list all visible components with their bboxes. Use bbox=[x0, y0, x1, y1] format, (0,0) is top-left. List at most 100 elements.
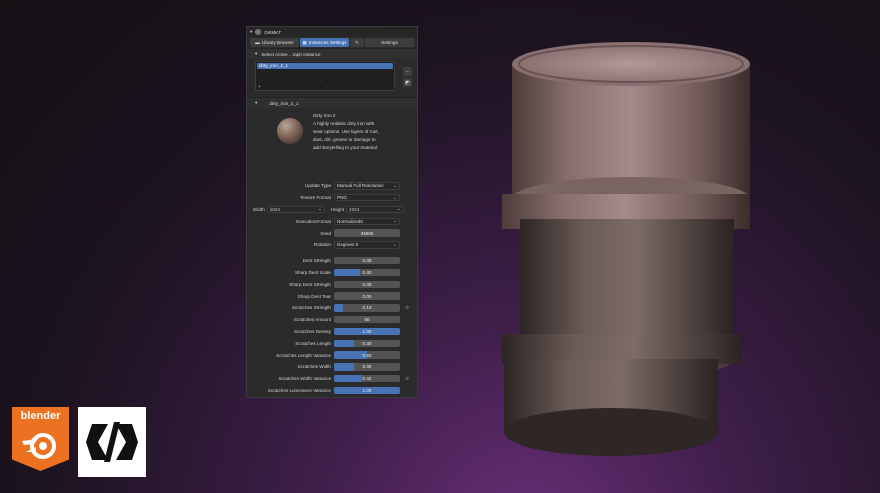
dropdown-value: 1024 bbox=[269, 206, 280, 212]
panel-title: DirtMKT bbox=[264, 29, 282, 35]
texture-format-dropdown[interactable]: PNG ⌄ bbox=[334, 193, 400, 202]
material-description-block: Dirty Iron 2 A highly realistic dirty ir… bbox=[313, 112, 381, 168]
chevron-down-icon: ⌄ bbox=[393, 182, 397, 188]
addon-icon bbox=[255, 29, 262, 35]
substance-panel: ▾ DirtMKT ▬ Library Browser ▦ Instances … bbox=[246, 26, 418, 398]
param-value: 0.42 bbox=[362, 376, 372, 382]
param-value: 1.00 bbox=[362, 328, 372, 334]
substance-logo bbox=[78, 407, 146, 477]
chevron-down-icon: ⌄ bbox=[393, 241, 397, 247]
resize-grip-icon[interactable]: ··· bbox=[325, 84, 330, 89]
param-row: Scratches Luminance Variance 1.00 bbox=[247, 385, 417, 397]
chevron-down-icon: ⌄ bbox=[393, 194, 397, 200]
rotation-row: Rotation Degrees 0 ⌄ bbox=[247, 239, 417, 251]
dropdown-value: Degrees 0 bbox=[337, 242, 359, 248]
duplicate-icon[interactable]: ◩ bbox=[403, 78, 412, 87]
seed-label: Seed bbox=[320, 230, 331, 236]
param-row: Scratches Amount 50 bbox=[247, 314, 417, 326]
param-label: Scratches Length Variance bbox=[276, 352, 331, 358]
update-type-label: Update Type bbox=[305, 183, 331, 189]
update-type-dropdown[interactable]: Manual Full Resolution ⌄ bbox=[334, 182, 400, 190]
resolution-row: Width 1024 ⌄ Height 1024 ⌄ bbox=[247, 204, 417, 216]
texture-format-row: Texture Format PNG ⌄ bbox=[247, 192, 417, 204]
material-info: Dirty Iron 2 A highly realistic dirty ir… bbox=[247, 108, 417, 172]
param-slider[interactable]: 0.50 bbox=[334, 351, 400, 359]
texture-format-label: Texture Format bbox=[300, 195, 331, 201]
execution-format-label: ExecutionFormat bbox=[296, 218, 331, 224]
instance-section[interactable]: ▾ dirty_iron_2_1 bbox=[247, 97, 417, 108]
tab-settings[interactable]: Settings bbox=[365, 38, 414, 47]
rotation-dropdown[interactable]: Degrees 0 ⌄ bbox=[334, 241, 400, 249]
instance-list[interactable]: dirty_iron_2_1 + ··· bbox=[255, 61, 395, 91]
seed-field[interactable]: 34695 bbox=[334, 229, 400, 237]
param-slider[interactable]: 0.42 bbox=[334, 374, 400, 383]
param-row: Scratches Density 1.00 bbox=[247, 326, 417, 338]
dropdown-value: Manual Full Resolution bbox=[337, 183, 384, 189]
chevron-down-icon: ▾ bbox=[255, 100, 258, 105]
param-slider[interactable]: 50 bbox=[334, 315, 400, 324]
param-value: 0.50 bbox=[362, 352, 372, 358]
chevron-down-icon: ⌄ bbox=[397, 206, 402, 212]
execution-format-dropdown[interactable]: Normalized8 ⌄ bbox=[334, 217, 400, 226]
param-value: 0.00 bbox=[362, 258, 372, 264]
collapse-chevron-icon[interactable]: ▾ bbox=[250, 29, 252, 35]
param-label: Scratches Length bbox=[295, 340, 331, 346]
panel-tabs: ▬ Library Browser ▦ Instances Settings ✎… bbox=[250, 38, 414, 47]
param-slider[interactable]: 0.30 bbox=[334, 339, 400, 347]
list-side-buttons: − ◩ bbox=[403, 67, 412, 87]
param-label: Scratches Luminance Variance bbox=[267, 387, 331, 393]
param-label: Dent Strength bbox=[302, 258, 331, 264]
param-row: Dent Strength 0.00 bbox=[247, 255, 417, 267]
add-icon[interactable]: + bbox=[258, 84, 261, 89]
param-slider[interactable]: 0.00 bbox=[334, 256, 400, 265]
material-name: Dirty Iron 2 bbox=[313, 113, 336, 118]
seed-row: Seed 34695 bbox=[247, 227, 417, 239]
param-row: Scratches Length 0.30 bbox=[247, 337, 417, 349]
panel-header[interactable]: ▾ DirtMKT bbox=[247, 27, 417, 37]
rusty-barrel-image bbox=[502, 42, 750, 456]
chevron-down-icon: ⌄ bbox=[317, 206, 322, 212]
remove-icon[interactable]: − bbox=[403, 67, 412, 76]
tab-library-browser[interactable]: ▬ Library Browser bbox=[250, 38, 299, 47]
select-instance-section[interactable]: ▾ Select Active ...raph Instance bbox=[247, 48, 417, 59]
param-slider[interactable]: 0.40 bbox=[334, 268, 400, 277]
tab-label: Instances Settings bbox=[308, 40, 347, 45]
chevron-down-icon: ⌄ bbox=[393, 218, 397, 224]
list-item-selected[interactable]: dirty_iron_2_1 bbox=[257, 63, 393, 69]
param-value: 1.00 bbox=[362, 387, 372, 393]
param-value: 0.40 bbox=[362, 269, 372, 275]
param-label: Scratches Width bbox=[297, 364, 331, 370]
tab-label: Settings bbox=[381, 40, 398, 45]
barrel-render bbox=[490, 34, 760, 469]
param-label: Scratches Density bbox=[293, 328, 331, 334]
folder-icon: ▬ bbox=[255, 40, 260, 45]
param-slider[interactable]: 0.13 bbox=[334, 304, 400, 312]
param-slider[interactable]: 1.00 bbox=[334, 327, 400, 336]
param-value: 0.00 bbox=[362, 281, 372, 287]
param-slider[interactable]: 0.30 bbox=[334, 363, 400, 371]
param-value: 0.13 bbox=[362, 305, 372, 311]
param-row: Scratches Length Variance 0.50 bbox=[247, 349, 417, 361]
param-row: Scratches Strength 0.13 ↺ bbox=[247, 302, 417, 314]
tab-tool[interactable]: ✎ bbox=[350, 38, 364, 47]
substance-logo-icon bbox=[86, 422, 138, 462]
blender-symbol-icon bbox=[22, 433, 56, 459]
reset-icon[interactable]: ↺ bbox=[403, 305, 411, 311]
update-type-row: Update Type Manual Full Resolution ⌄ bbox=[247, 180, 417, 192]
logos: blender bbox=[12, 407, 146, 477]
tab-instances-settings[interactable]: ▦ Instances Settings bbox=[300, 38, 349, 47]
tab-label: Library Browser bbox=[261, 40, 294, 45]
param-row: Scratches Width Variance 0.42 ↺ bbox=[247, 373, 417, 385]
param-slider[interactable]: 0.00 bbox=[334, 292, 400, 300]
height-dropdown[interactable]: 1024 ⌄ bbox=[346, 205, 405, 214]
instances-icon: ▦ bbox=[302, 39, 307, 45]
param-slider[interactable]: 1.00 bbox=[334, 386, 400, 395]
material-preview-sphere bbox=[277, 118, 303, 144]
reset-icon[interactable]: ↺ bbox=[403, 376, 411, 382]
width-dropdown[interactable]: 1024 ⌄ bbox=[266, 205, 325, 214]
param-slider[interactable]: 0.00 bbox=[334, 280, 400, 289]
wrench-icon: ✎ bbox=[355, 39, 359, 45]
param-row: Sharp Dent Scale 0.40 bbox=[247, 267, 417, 279]
rotation-label: Rotation bbox=[313, 242, 331, 248]
param-label: Scratches Strength bbox=[291, 305, 331, 311]
